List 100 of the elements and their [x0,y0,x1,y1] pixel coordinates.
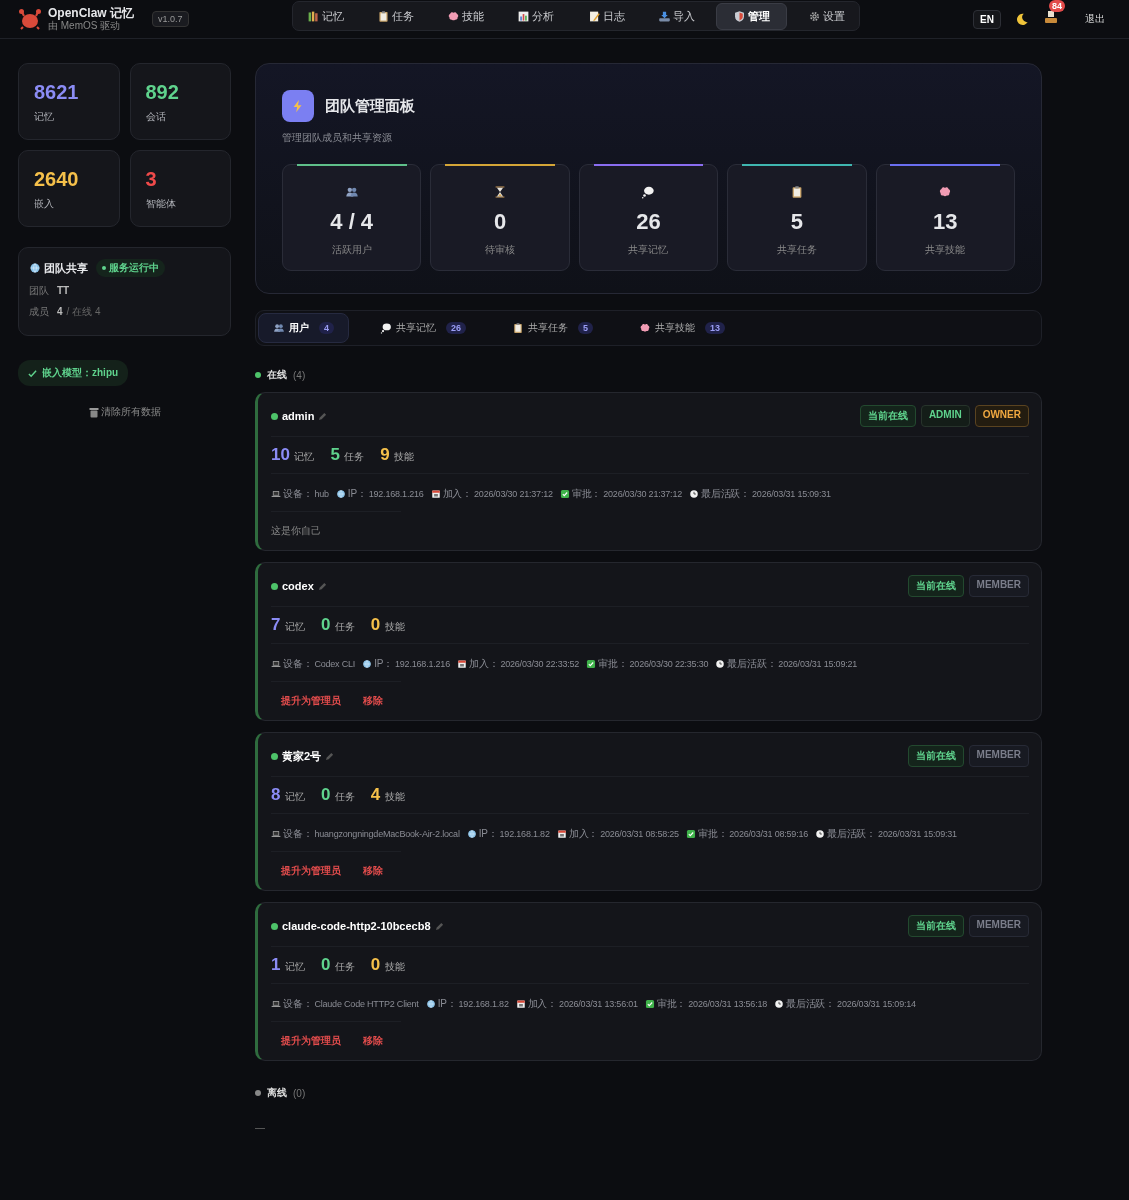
globe-icon [29,262,41,274]
globe-icon [425,999,436,1009]
count-stat: 0 任务 [320,955,355,975]
role-badge: ADMIN [920,405,970,427]
service-status-pill: 服务运行中 [96,259,165,277]
tab[interactable]: 共享任务 5 [497,313,609,343]
nav-tab[interactable]: 分析 [505,3,567,29]
count-stat: 0 技能 [370,955,405,975]
status-dot [255,372,261,378]
count-stat: 0 技能 [370,615,405,635]
nav-tab[interactable]: 技能 [435,3,497,29]
pencil-icon[interactable] [317,581,327,591]
crab-logo-icon [18,8,42,30]
role-badge: OWNER [974,405,1029,427]
pencil-icon[interactable] [318,411,328,421]
count-stat: 10 记忆 [271,445,315,465]
tab[interactable]: 共享技能 13 [624,313,741,343]
count-stat: 0 任务 [320,785,355,805]
nav-tab[interactable]: 记忆 [295,3,356,29]
action-link[interactable]: 移除 [363,694,383,708]
check-icon [644,999,655,1009]
meta-text: IP： 192.168.1.82 [478,827,550,841]
section-count: (0) [293,1087,306,1099]
meta-text: 加入： 2026/03/30 21:37:12 [442,487,553,501]
meta-text: 审批： 2026/03/31 13:56:18 [656,997,768,1011]
nav-tab[interactable]: 导入 [645,3,707,29]
stat-value: 3 [145,169,158,189]
pencil-icon[interactable] [325,751,335,761]
moon-icon[interactable] [1015,12,1029,26]
nav-tab[interactable]: 设置 [796,3,857,29]
count-stat: 0 任务 [320,615,355,635]
brain-icon [938,185,953,199]
stat-label: 记忆 [34,110,55,124]
role-badge: 当前在线 [907,745,964,767]
meta-text: 最后活跃： 2026/03/31 15:09:31 [701,487,831,501]
action-link[interactable]: 提升为管理员 [281,1034,341,1048]
role-badge: MEMBER [968,575,1029,597]
clear-data-button[interactable]: 清除所有数据 [82,404,167,420]
books-icon [307,9,320,23]
nav-tab[interactable]: 任务 [365,3,427,29]
meta-text: 审批： 2026/03/30 22:35:30 [598,657,709,671]
logout-button[interactable]: 退出 [1079,11,1111,27]
calendar-icon [556,829,567,839]
count-stat: 7 记忆 [271,615,305,635]
thought-bubble-icon [641,185,656,199]
nav-tab[interactable]: 日志 [575,3,637,29]
status-dot [255,1090,261,1096]
meta-text: 设备： Claude Code HTTP2 Client [283,997,419,1011]
team-value: TT [57,285,70,296]
stat-label: 会话 [145,110,167,124]
meta-text: 最后活跃： 2026/03/31 15:09:31 [827,827,957,841]
laptop-icon [271,999,281,1009]
clock-icon [815,829,826,839]
tab[interactable]: 共享记忆 26 [365,313,482,343]
action-link[interactable]: 提升为管理员 [281,694,341,708]
count-stat: 4 技能 [370,785,405,805]
team-stat-label: 共享技能 [925,243,966,257]
tab[interactable]: 用户 4 [258,313,349,343]
action-link[interactable]: 提升为管理员 [281,864,341,878]
section-title: 在线 [267,368,287,382]
section-title: 离线 [267,1086,287,1100]
team-stat-label: 共享记忆 [628,243,669,257]
meta-text: IP： 192.168.1.216 [374,657,450,671]
language-button[interactable]: EN [973,9,1001,29]
laptop-icon [271,829,281,839]
laptop-icon [271,489,281,499]
check-icon [685,829,696,839]
bolt-icon [282,90,314,122]
role-badge: MEMBER [968,745,1029,767]
role-badge: 当前在线 [907,915,964,937]
brain-icon [447,9,461,23]
team-share-title: 团队共享 [44,260,88,276]
thought-bubble-icon [380,322,392,334]
members-online: / 在线 4 [66,305,101,319]
meta-text: 最后活跃： 2026/03/31 15:09:14 [786,997,916,1011]
brain-icon [639,322,652,334]
stat-value: 8621 [34,82,80,102]
clock-icon [715,659,726,669]
user-name: 黄家2号 [282,748,322,764]
calendar-icon [430,489,441,499]
action-link[interactable]: 移除 [363,864,383,878]
nav-tab[interactable]: 管理 [715,2,787,30]
notification-icon[interactable] [1043,9,1059,25]
stat-label: 嵌入 [34,197,55,211]
role-badge: MEMBER [968,915,1029,937]
settings-icon [808,9,821,23]
bar-chart-icon [517,9,531,23]
globe-icon [335,489,346,499]
members-value: 4 [57,306,63,317]
shield-icon [732,9,746,23]
pencil-icon[interactable] [434,921,444,931]
version-tag: v1.0.7 [152,11,189,27]
action-link[interactable]: 移除 [363,1034,383,1048]
team-stat-value: 5 [790,209,803,235]
team-stat-value: 0 [493,209,507,235]
team-stat-value: 26 [636,209,661,235]
checkmark-icon [28,368,37,378]
clipboard-icon [512,322,525,334]
meta-text: IP： 192.168.1.216 [347,487,424,501]
members-label: 成员 [29,305,50,319]
